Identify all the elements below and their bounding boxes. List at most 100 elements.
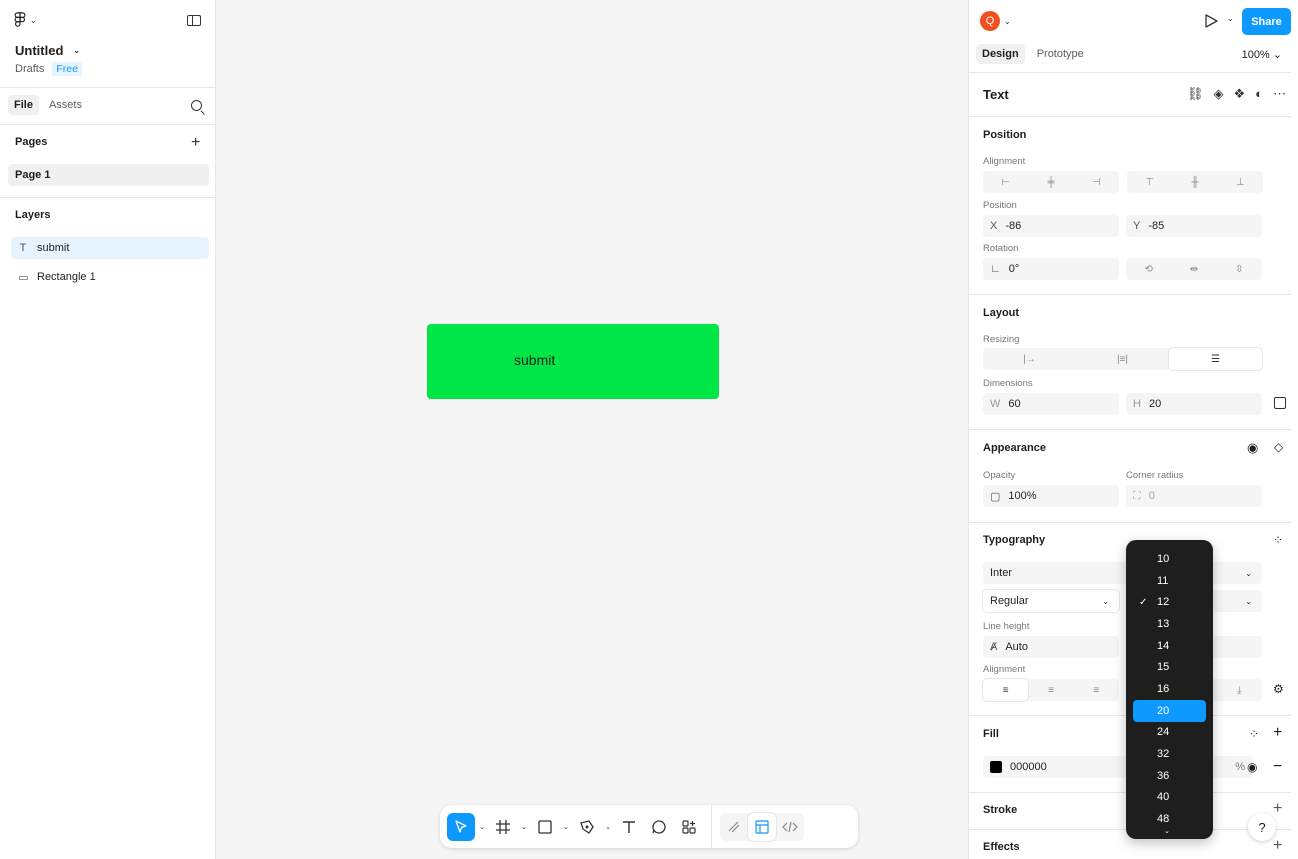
text-align-left-icon[interactable]: ≡ [983, 679, 1029, 701]
rotation-label: Rotation [983, 243, 1019, 254]
type-settings-icon[interactable]: ⚙ [1273, 682, 1284, 696]
rotation-input[interactable]: ∟ 0° [983, 258, 1119, 280]
component-icon[interactable]: ◈ [1213, 86, 1223, 102]
font-size-option[interactable]: 32 [1126, 743, 1213, 765]
opacity-input[interactable]: ▢ 100% [983, 485, 1119, 507]
cursor-icon [455, 819, 467, 833]
font-size-option[interactable]: 40 [1126, 787, 1213, 809]
drafts-link[interactable]: Drafts [15, 63, 44, 75]
position-heading: Position [983, 129, 1027, 141]
stroke-heading: Stroke [983, 804, 1018, 816]
chevron-down-icon[interactable]: ⌄ [519, 823, 529, 831]
search-icon[interactable] [191, 100, 202, 111]
tab-assets[interactable]: Assets [43, 95, 88, 115]
align-top-icon[interactable]: ⊤ [1127, 171, 1172, 193]
align-left-icon[interactable]: ⊢ [983, 171, 1028, 193]
fill-styles-icon[interactable]: ⁘ [1249, 727, 1259, 741]
layer-item-submit[interactable]: T submit [11, 237, 209, 259]
text-styles-icon[interactable]: ⁘ [1273, 533, 1283, 547]
contrast-icon[interactable]: ◐ [1255, 86, 1263, 102]
tab-file[interactable]: File [8, 95, 39, 115]
font-size-option[interactable]: 15 [1126, 656, 1213, 678]
user-menu[interactable]: Q ⌄ [980, 11, 1011, 31]
align-center-h-icon[interactable]: ╪ [1028, 171, 1073, 193]
design-mode-button[interactable] [748, 812, 776, 841]
text-align-right-icon[interactable]: ≡ [1074, 679, 1119, 701]
dev-mode-button[interactable] [776, 813, 804, 841]
canvas[interactable]: submit [217, 0, 967, 859]
chevron-down-icon[interactable]: ⌄ [1227, 14, 1234, 23]
draw-mode-button[interactable] [720, 813, 748, 841]
auto-height-icon[interactable]: |≡| [1076, 348, 1169, 370]
text-align-bottom-icon[interactable]: ⤓ [1217, 679, 1262, 701]
help-button[interactable]: ? [1248, 813, 1276, 841]
height-input[interactable]: H 20 [1126, 393, 1262, 415]
fill-visibility-icon[interactable]: ◉ [1247, 760, 1257, 774]
layer-item-rectangle[interactable]: Rectangle 1 [11, 266, 209, 288]
file-title[interactable]: Untitled ⌄ [15, 43, 80, 58]
divider [969, 294, 1291, 295]
frame-tool-button[interactable] [489, 813, 517, 841]
fixed-size-icon[interactable]: ☰ [1169, 348, 1262, 370]
add-stroke-icon[interactable]: + [1273, 800, 1282, 818]
flip-horizontal-icon[interactable]: ⇹ [1171, 258, 1216, 280]
font-size-option-highlighted[interactable]: 20 [1133, 699, 1206, 722]
font-size-option[interactable]: 13 [1126, 613, 1213, 635]
sidebar-toggle-icon[interactable] [187, 15, 201, 26]
font-size-option[interactable]: 24 [1126, 722, 1213, 744]
font-size-option[interactable]: 10 [1126, 548, 1213, 570]
pen-tool-button[interactable] [573, 813, 601, 841]
tab-design[interactable]: Design [976, 44, 1025, 64]
add-page-icon[interactable]: + [191, 135, 200, 151]
line-height-value: Auto [1005, 641, 1028, 653]
chevron-down-icon[interactable]: ⌄ [477, 823, 487, 831]
add-fill-icon[interactable]: + [1273, 724, 1282, 742]
auto-width-icon[interactable]: |→ [983, 348, 1076, 370]
add-effect-icon[interactable]: + [1273, 837, 1282, 855]
fill-swatch[interactable] [990, 761, 1002, 773]
chevron-down-icon[interactable]: ⌄ [603, 823, 613, 831]
rotate-icon[interactable]: ⟲ [1126, 258, 1171, 280]
font-weight-select[interactable]: Regular ⌄ [983, 590, 1119, 612]
resize-to-fit-icon[interactable] [1274, 397, 1286, 409]
share-button[interactable]: Share [1242, 8, 1291, 35]
scroll-down-chevron-icon[interactable]: ⌄ [1164, 827, 1170, 835]
text-tool-button[interactable] [615, 813, 643, 841]
x-input[interactable]: X -86 [983, 215, 1119, 237]
submit-text[interactable]: submit [514, 352, 555, 368]
page-item[interactable]: Page 1 [8, 164, 209, 186]
remove-fill-icon[interactable]: − [1273, 758, 1282, 776]
rectangle-1[interactable] [427, 324, 719, 399]
resizing-options: |→ |≡| ☰ [983, 348, 1262, 370]
shape-tool-button[interactable] [531, 813, 559, 841]
link-icon[interactable]: ⛓ [1187, 86, 1204, 102]
font-size-option[interactable]: 11 [1126, 570, 1213, 592]
actions-tool-button[interactable] [675, 813, 703, 841]
align-middle-icon[interactable]: ╫ [1172, 171, 1217, 193]
flip-vertical-icon[interactable]: ⇳ [1217, 258, 1262, 280]
move-tool-button[interactable] [447, 812, 475, 841]
comment-tool-button[interactable] [645, 813, 673, 841]
font-size-option[interactable]: 16 [1126, 678, 1213, 700]
present-play-icon[interactable] [1203, 13, 1219, 29]
font-size-option[interactable]: 36 [1126, 765, 1213, 787]
corner-radius-input[interactable]: ⛶ 0 [1126, 485, 1262, 507]
font-size-option-checked[interactable]: ✓ 12 [1126, 591, 1213, 613]
tab-prototype[interactable]: Prototype [1031, 44, 1090, 64]
align-right-icon[interactable]: ⊣ [1074, 171, 1119, 193]
text-align-options: ≡ ≡ ≡ [983, 679, 1119, 701]
text-align-center-icon[interactable]: ≡ [1028, 679, 1073, 701]
width-input[interactable]: W 60 [983, 393, 1119, 415]
variant-icon[interactable]: ❖ [1233, 86, 1245, 102]
font-size-option[interactable]: 14 [1126, 635, 1213, 657]
chevron-down-icon[interactable]: ⌄ [561, 823, 571, 831]
align-bottom-icon[interactable]: ⊥ [1218, 171, 1263, 193]
zoom-control[interactable]: 100% ⌄ [1242, 48, 1282, 61]
more-icon[interactable]: ⋯ [1273, 86, 1286, 102]
line-height-input[interactable]: Ⱥ Auto [983, 636, 1119, 658]
y-input[interactable]: Y -85 [1126, 215, 1262, 237]
visibility-icon[interactable]: ◉ [1247, 440, 1258, 456]
blend-mode-icon[interactable]: ◇ [1274, 440, 1283, 454]
font-family-select[interactable]: Inter ⌄ [983, 562, 1262, 584]
main-menu-button[interactable]: ⌄ [14, 12, 37, 28]
